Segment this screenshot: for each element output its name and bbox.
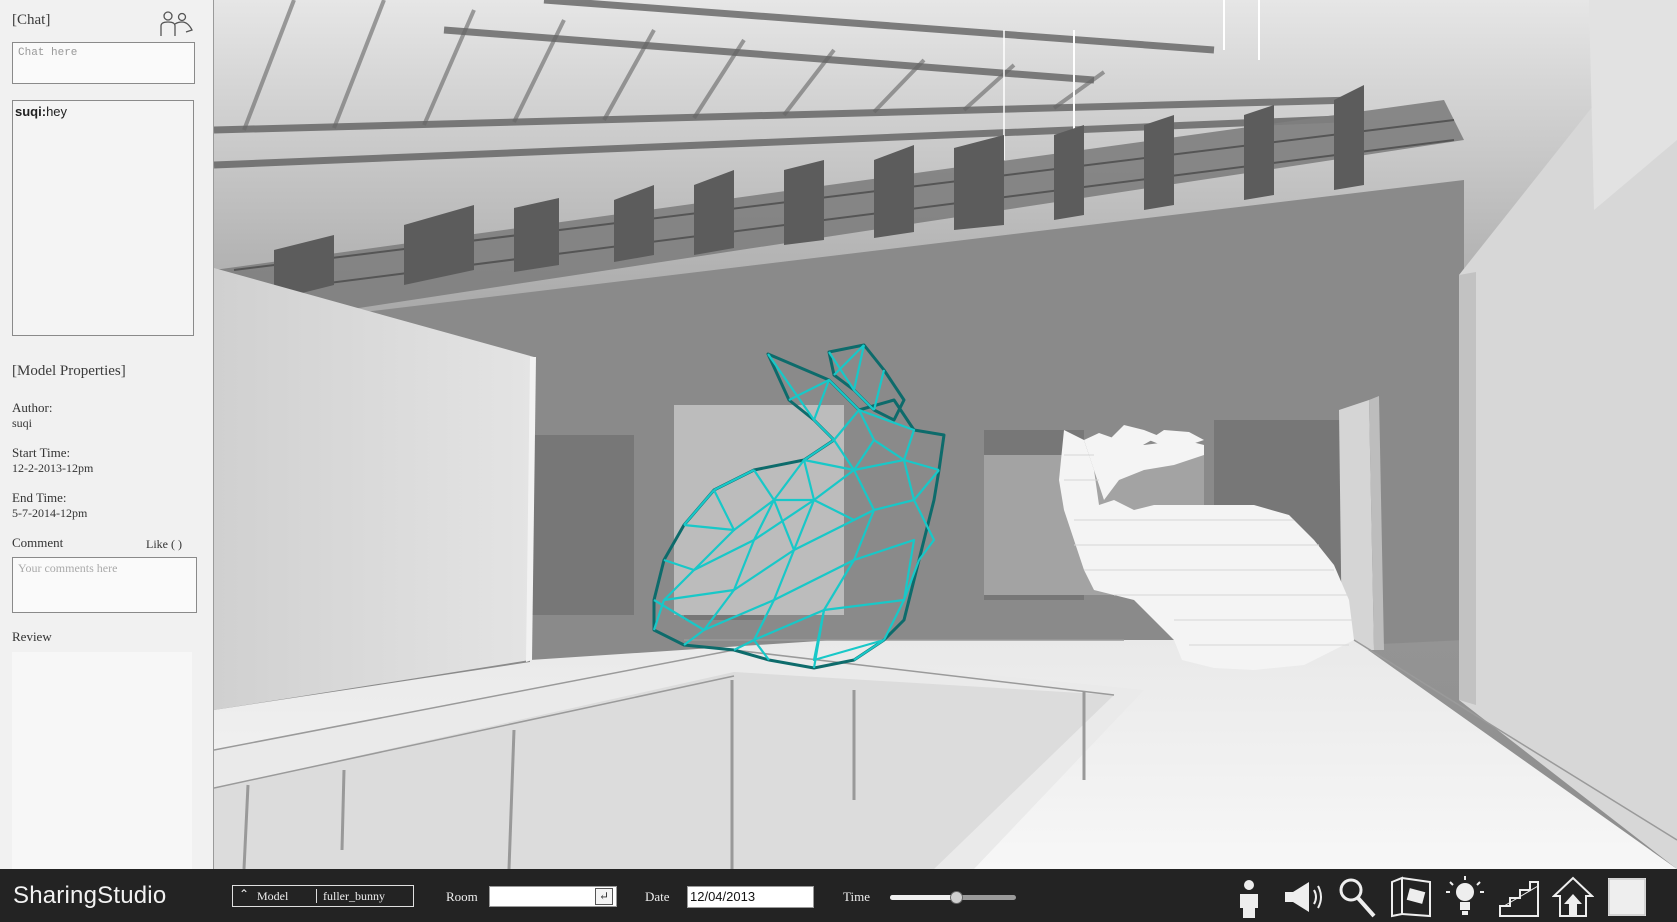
chat-log: suqi:hey <box>12 100 194 336</box>
chevron-up-icon[interactable]: ⌃ <box>239 887 249 902</box>
lightbulb-icon[interactable] <box>1444 876 1486 918</box>
chat-message-user: suqi: <box>15 104 47 119</box>
end-time-label: End Time: <box>12 490 67 505</box>
room-label: Room <box>446 889 478 904</box>
comment-label: Comment <box>12 535 64 550</box>
start-time-value: 12-2-2013-12pm <box>12 461 94 475</box>
author-label: Author: <box>12 400 53 415</box>
model-selector[interactable]: ⌃ Model fuller_bunny <box>232 885 414 907</box>
fullscreen-icon[interactable] <box>1606 876 1648 918</box>
author-value: suqi <box>12 416 33 430</box>
model-name: fuller_bunny <box>323 889 385 903</box>
model-toggle-label: Model <box>257 889 289 903</box>
chat-title: [Chat] <box>12 12 51 28</box>
brand-logo: SharingStudio <box>13 882 167 909</box>
time-slider-thumb[interactable] <box>949 891 963 904</box>
users-icon[interactable] <box>158 10 194 38</box>
home-icon[interactable] <box>1552 876 1594 918</box>
stairs-icon[interactable] <box>1498 876 1540 918</box>
comment-input[interactable]: Your comments here <box>12 557 197 613</box>
side-panel: [Chat] Chat here suqi:hey [Model Propert… <box>0 0 214 869</box>
end-time-value: 5-7-2014-12pm <box>12 506 88 520</box>
time-slider[interactable] <box>890 891 1016 904</box>
chat-input[interactable]: Chat here <box>12 42 195 84</box>
time-slider-fill <box>890 895 956 900</box>
start-time-label: Start Time: <box>12 445 71 460</box>
like-button[interactable]: Like ( ) <box>146 537 182 552</box>
model-properties-title: [Model Properties] <box>12 363 126 379</box>
date-input[interactable]: 12/04/2013 <box>687 886 814 908</box>
review-label: Review <box>12 629 52 644</box>
bottom-toolbar: SharingStudio ⌃ Model fuller_bunny Room … <box>0 869 1677 922</box>
date-label: Date <box>645 889 670 904</box>
time-label: Time <box>843 889 870 904</box>
map-view-icon[interactable] <box>1390 876 1432 918</box>
search-icon[interactable] <box>1336 876 1378 918</box>
3d-viewport[interactable] <box>214 0 1677 869</box>
person-icon[interactable] <box>1228 876 1270 918</box>
studio-scene[interactable] <box>214 0 1677 869</box>
megaphone-icon[interactable] <box>1281 876 1323 918</box>
review-area <box>12 652 192 869</box>
enter-icon[interactable]: ↵ <box>595 888 613 905</box>
divider <box>316 889 317 903</box>
chat-message-text: hey <box>46 104 68 119</box>
